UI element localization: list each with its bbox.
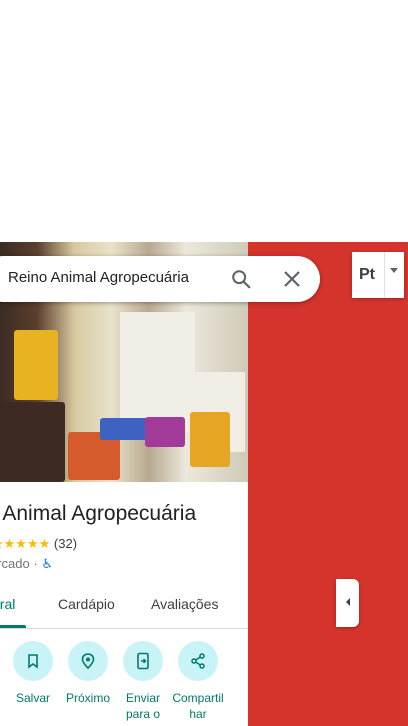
nearby-button[interactable]: Próximo bbox=[58, 641, 118, 706]
share-label: Compartilhar bbox=[172, 691, 224, 721]
place-category: ercado · bbox=[0, 556, 38, 571]
nearby-icon bbox=[68, 641, 108, 681]
category-row: ercado · ♿ bbox=[0, 556, 53, 572]
tab-reviews[interactable]: Avaliações bbox=[151, 596, 218, 612]
search-icon[interactable] bbox=[230, 268, 252, 290]
collapse-panel-button[interactable] bbox=[336, 579, 359, 627]
share-icon bbox=[178, 641, 218, 681]
save-label: Salvar bbox=[15, 691, 50, 705]
rating-row[interactable]: ★★★★★ (32) bbox=[0, 536, 77, 552]
review-count[interactable]: (32) bbox=[54, 536, 77, 551]
tab-indicator bbox=[0, 625, 26, 628]
place-title: o Animal Agropecuária bbox=[0, 502, 197, 525]
save-button[interactable]: Salvar bbox=[3, 641, 63, 706]
divider bbox=[384, 252, 385, 298]
bookmark-icon bbox=[13, 641, 53, 681]
share-button[interactable]: Compartilhar bbox=[168, 641, 228, 722]
nearby-label: Próximo bbox=[65, 691, 110, 705]
language-label: Pt bbox=[359, 266, 375, 283]
search-bar[interactable]: Reino Animal Agropecuária bbox=[0, 256, 320, 302]
map-canvas[interactable] bbox=[248, 242, 408, 726]
send-to-phone-icon bbox=[123, 641, 163, 681]
star-rating: ★★★★★ bbox=[0, 536, 51, 551]
chevron-left-icon bbox=[344, 594, 352, 612]
wheelchair-icon: ♿ bbox=[41, 556, 53, 571]
chevron-down-icon[interactable] bbox=[390, 268, 398, 273]
tab-overview[interactable]: eral bbox=[0, 596, 15, 612]
language-selector[interactable]: Pt bbox=[352, 252, 404, 298]
search-input[interactable]: Reino Animal Agropecuária bbox=[8, 269, 189, 286]
send-to-phone-button[interactable]: Enviar para o bbox=[113, 641, 173, 722]
place-tabs: eral Cardápio Avaliações bbox=[0, 588, 248, 629]
close-icon[interactable] bbox=[282, 269, 302, 289]
send-to-phone-label: Enviar para o bbox=[125, 691, 161, 721]
tab-menu[interactable]: Cardápio bbox=[58, 596, 115, 612]
